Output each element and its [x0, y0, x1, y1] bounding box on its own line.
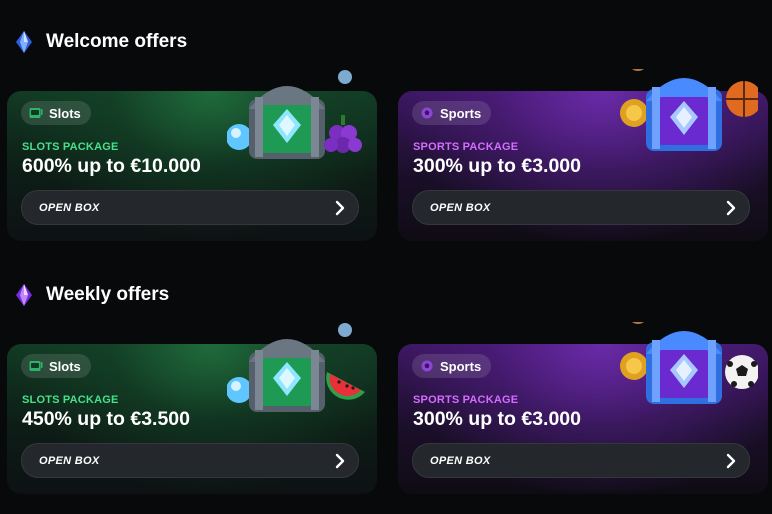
treasure-chest-blue-icon: [620, 69, 758, 151]
offer-card-slots-weekly[interactable]: Slots SLOTS PACKAGE 450% up to €3.500 OP…: [7, 323, 377, 494]
offer-amount: 300% up to €3.000: [413, 408, 581, 430]
open-box-button[interactable]: OPEN BOX: [412, 443, 750, 478]
offer-card-sports-welcome[interactable]: Sports SPORTS PACKAGE 300% up to €3.000 …: [398, 69, 768, 241]
package-label: SLOTS PACKAGE: [22, 141, 119, 153]
open-box-label: OPEN BOX: [430, 454, 491, 467]
category-pill-sports: Sports: [412, 101, 492, 125]
open-box-label: OPEN BOX: [39, 454, 100, 467]
category-label: Slots: [49, 358, 81, 374]
package-label: SPORTS PACKAGE: [413, 394, 519, 406]
chevron-right-icon: [726, 453, 736, 468]
offer-card-sports-weekly[interactable]: Sports SPORTS PACKAGE 300% up to €3.000 …: [398, 322, 768, 494]
open-box-label: OPEN BOX: [430, 201, 491, 214]
slot-machine-icon: [29, 108, 43, 118]
open-box-button[interactable]: OPEN BOX: [21, 190, 359, 225]
package-label: SPORTS PACKAGE: [413, 141, 519, 153]
chevron-right-icon: [726, 200, 736, 215]
sports-icon: [421, 107, 433, 119]
chevron-right-icon: [335, 200, 345, 215]
category-label: Sports: [440, 105, 482, 121]
open-box-label: OPEN BOX: [39, 201, 100, 214]
category-pill-slots: Slots: [21, 354, 91, 378]
category-label: Slots: [49, 105, 81, 121]
treasure-chest-green-icon: [227, 323, 365, 412]
category-pill-sports: Sports: [412, 354, 492, 378]
gem-icon: [16, 31, 32, 53]
section-title-text: Welcome offers: [46, 31, 188, 52]
treasure-chest-green-icon: [227, 70, 362, 159]
section-title-welcome: Welcome offers: [14, 27, 187, 57]
offer-amount: 300% up to €3.000: [413, 155, 581, 177]
package-label: SLOTS PACKAGE: [22, 394, 119, 406]
slot-machine-icon: [29, 361, 43, 371]
open-box-button[interactable]: OPEN BOX: [21, 443, 359, 478]
treasure-chest-blue-icon: [620, 322, 758, 404]
section-title-weekly: Weekly offers: [14, 280, 169, 310]
open-box-button[interactable]: OPEN BOX: [412, 190, 750, 225]
offer-amount: 450% up to €3.500: [22, 408, 190, 430]
gem-icon: [16, 284, 32, 306]
offer-amount: 600% up to €10.000: [22, 155, 201, 177]
chevron-right-icon: [335, 453, 345, 468]
sports-icon: [421, 360, 433, 372]
section-title-text: Weekly offers: [46, 284, 170, 305]
category-label: Sports: [440, 358, 482, 374]
offer-card-slots-welcome[interactable]: Slots SLOTS PACKAGE 600% up to €10.000 O…: [7, 70, 377, 241]
category-pill-slots: Slots: [21, 101, 91, 125]
